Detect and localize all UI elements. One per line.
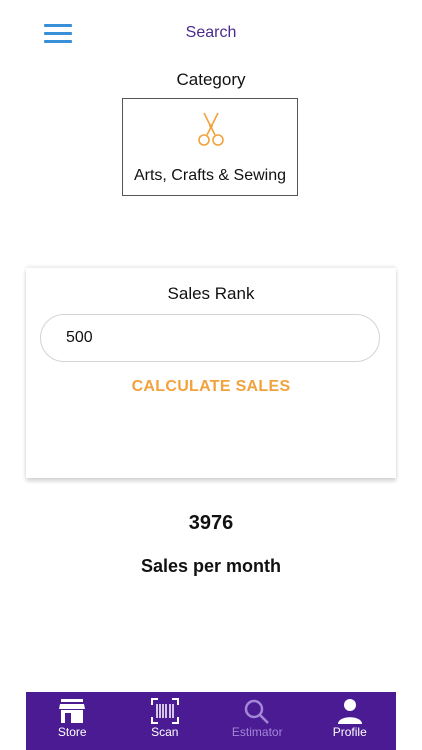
sales-result-label: Sales per month (140, 556, 282, 576)
page-title: Search (185, 24, 237, 41)
sales-rank-input[interactable] (40, 314, 380, 362)
tab-store-label: Store (57, 725, 87, 739)
sales-result-value: 3976 (188, 512, 234, 534)
search-icon (245, 699, 270, 724)
tab-scan[interactable]: Scan (119, 692, 212, 750)
tab-estimator[interactable]: Estimator (211, 692, 304, 750)
bottom-tab-bar: Store Scan Estimator Profile (26, 692, 396, 750)
profile-icon (337, 699, 362, 724)
calculate-sales-button[interactable]: CALCULATE SALES (26, 378, 396, 396)
category-name: Arts, Crafts & Sewing (133, 167, 287, 184)
tab-scan-label: Scan (151, 725, 179, 739)
barcode-scan-icon (150, 698, 179, 724)
sales-rank-card: Sales Rank CALCULATE SALES (26, 268, 396, 478)
category-label: Category (176, 70, 246, 89)
tab-profile-label: Profile (332, 725, 367, 739)
top-bar: Search (0, 0, 422, 64)
tab-store[interactable]: Store (26, 692, 119, 750)
tab-estimator-label: Estimator (231, 725, 283, 739)
store-icon (59, 699, 86, 723)
category-selector[interactable]: Arts, Crafts & Sewing (122, 98, 298, 196)
tab-profile[interactable]: Profile (304, 692, 397, 750)
scissors-icon (198, 112, 224, 146)
sales-rank-label: Sales Rank (167, 284, 255, 303)
